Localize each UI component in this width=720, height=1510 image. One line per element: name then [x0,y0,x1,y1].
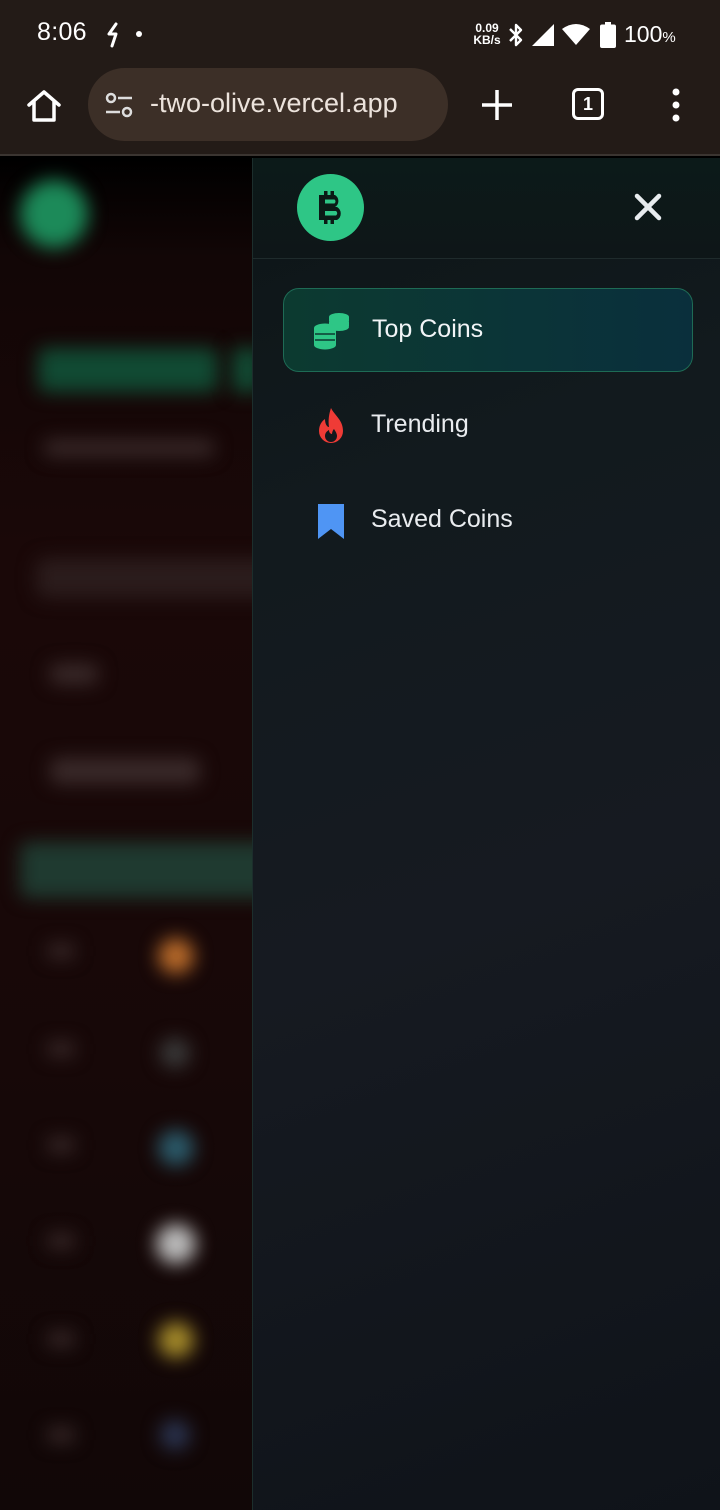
nav-label: Saved Coins [371,505,513,533]
battery-percent: 100% [624,21,676,48]
nav-item-trending[interactable]: Trending [283,384,693,468]
new-tab-plus-icon[interactable] [480,88,514,122]
blurred-coin-icon [160,1038,190,1068]
status-bar: 8:06 0.09 KB/s 100% [0,0,720,68]
coins-stack-icon [314,313,349,350]
blurred-select [50,758,200,784]
nav-item-saved-coins[interactable]: Saved Coins [283,479,693,563]
blurred-search [36,558,252,598]
bookmark-icon [318,504,344,539]
network-speed-unit: KB/s [473,33,501,47]
network-speed: 0.09 KB/s [470,22,504,46]
blurred-label [50,664,98,684]
nav-item-top-coins[interactable]: Top Coins [283,288,693,372]
browser-toolbar: -two-olive.vercel.app 1 [0,68,720,156]
blurred-row [48,1428,74,1442]
blurred-row [48,1234,74,1248]
blurred-heading [38,348,218,392]
flame-icon [319,408,343,443]
tab-switcher-button[interactable]: 1 [572,88,604,120]
blurred-row [48,1042,74,1056]
app-notification-icon [107,22,118,48]
close-icon[interactable] [633,192,663,222]
brand-logo[interactable] [297,174,364,241]
navigation-drawer: Top Coins Trending Saved Coins [252,158,720,1510]
blurred-coin-icon [160,1420,190,1450]
battery-icon [600,22,616,48]
battery-percent-value: 100 [624,21,663,47]
status-time: 8:06 [37,18,87,46]
blurred-coin-icon [158,1130,194,1166]
blurred-heading-tail [232,348,252,392]
notification-dot-icon [136,31,142,37]
blurred-coin-icon [158,1322,194,1358]
address-bar[interactable]: -two-olive.vercel.app [88,68,448,141]
more-options-icon[interactable] [664,86,688,124]
blurred-row [48,1138,74,1152]
bluetooth-icon [509,23,523,47]
blurred-row [48,1332,74,1346]
site-settings-icon[interactable] [104,91,134,119]
blurred-logo [20,180,88,248]
battery-percent-unit: % [662,29,676,46]
blurred-row [48,944,74,958]
blurred-coin-icon [158,938,194,974]
drawer-header [253,158,720,259]
bitcoin-icon [319,191,341,224]
url-text[interactable]: -two-olive.vercel.app [150,88,398,119]
nav-label: Trending [371,410,469,438]
wifi-icon [562,24,590,45]
blurred-coin-icon [156,1224,196,1264]
home-icon[interactable] [24,86,64,126]
blurred-table-header [20,842,252,898]
blurred-subtitle [44,440,214,456]
cell-signal-icon [532,24,554,46]
nav-label: Top Coins [372,315,484,343]
blurred-page-backdrop[interactable] [0,158,252,1510]
